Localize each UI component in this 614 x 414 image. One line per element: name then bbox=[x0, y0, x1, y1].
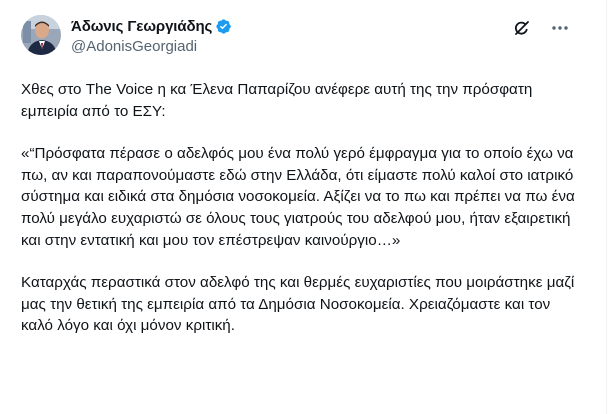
hashtags-line-partial bbox=[21, 404, 581, 414]
tweet-container: Άδωνις Γεωργιάδης @AdonisGeorgiadi Χθες … bbox=[0, 0, 607, 414]
tweet-paragraph-response: Καταρχάς περαστικά στον αδελφό της και θ… bbox=[21, 274, 575, 335]
author-display-name[interactable]: Άδωνις Γεωργιάδης bbox=[71, 18, 212, 35]
more-icon[interactable] bbox=[550, 18, 570, 38]
author-name-row[interactable]: Άδωνις Γεωργιάδης bbox=[71, 16, 232, 36]
verified-badge-icon bbox=[215, 18, 232, 35]
author-handle[interactable]: @AdonisGeorgiadi bbox=[71, 38, 197, 55]
tweet-paragraph-intro: Χθες στο The Voice η κα Έλενα Παπαρίζου … bbox=[21, 81, 533, 120]
tweet-body: Χθες στο The Voice η κα Έλενα Παπαρίζου … bbox=[21, 79, 581, 358]
tweet-header-actions bbox=[512, 18, 570, 38]
avatar[interactable] bbox=[21, 15, 61, 55]
tweet-paragraph-quote: «“Πρόσφατα πέρασε ο αδελφός μου ένα πολύ… bbox=[21, 145, 575, 249]
grok-icon[interactable] bbox=[512, 18, 532, 38]
hashtags-cutoff bbox=[21, 404, 581, 414]
